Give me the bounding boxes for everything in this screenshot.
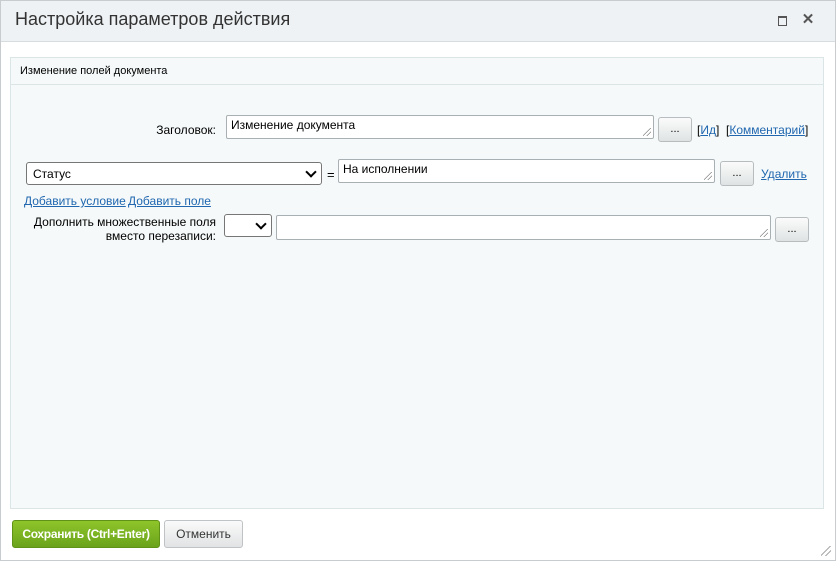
field-select-value: Статус bbox=[33, 167, 71, 181]
dialog-title: Настройка параметров действия bbox=[15, 9, 291, 29]
id-link[interactable]: Ид bbox=[700, 123, 716, 137]
add-field-link[interactable]: Добавить поле bbox=[128, 194, 211, 208]
resize-grip-icon[interactable] bbox=[643, 128, 651, 136]
dialog-titlebar[interactable]: Настройка параметров действия ✕ bbox=[1, 1, 835, 42]
field-value-input[interactable]: На исполнении bbox=[338, 159, 715, 183]
panel-header: Изменение полей документа bbox=[11, 58, 823, 85]
comment-link[interactable]: Комментарий bbox=[729, 123, 805, 137]
close-icon[interactable]: ✕ bbox=[799, 11, 817, 29]
id-link-wrap: [Ид] bbox=[697, 123, 720, 137]
field-value-text: На исполнении bbox=[343, 162, 428, 176]
equals-sign: = bbox=[327, 167, 335, 182]
title-input-value: Изменение документа bbox=[231, 118, 356, 132]
settings-dialog: Настройка параметров действия ✕ Изменени… bbox=[0, 0, 836, 561]
multi-value-picker-button[interactable]: ... bbox=[775, 217, 809, 242]
delete-field-link[interactable]: Удалить bbox=[761, 167, 807, 181]
multi-value-input[interactable] bbox=[276, 215, 771, 240]
save-button[interactable]: Сохранить (Ctrl+Enter) bbox=[12, 520, 160, 548]
maximize-icon[interactable] bbox=[773, 11, 791, 29]
field-select[interactable]: Статус bbox=[26, 162, 322, 185]
comment-link-wrap: [Комментарий] bbox=[726, 123, 809, 137]
multi-fields-label: Дополнить множественные поля вместо перез… bbox=[21, 215, 216, 243]
resize-grip-icon[interactable] bbox=[760, 229, 768, 237]
field-value-picker-button[interactable]: ... bbox=[720, 161, 754, 186]
title-input[interactable]: Изменение документа bbox=[226, 115, 654, 139]
multi-fields-label-line2: вместо перезаписи: bbox=[105, 229, 216, 243]
panel-title: Изменение полей документа bbox=[20, 65, 168, 77]
title-picker-button[interactable]: ... bbox=[658, 117, 692, 142]
add-condition-link[interactable]: Добавить условие bbox=[24, 194, 126, 208]
chevron-down-icon bbox=[255, 218, 267, 230]
dialog-resize-icon[interactable] bbox=[821, 546, 831, 556]
multi-fields-label-line1: Дополнить множественные поля bbox=[33, 215, 216, 229]
cancel-button[interactable]: Отменить bbox=[164, 520, 243, 548]
multi-mode-select[interactable] bbox=[224, 214, 272, 237]
chevron-down-icon bbox=[305, 166, 317, 178]
title-label: Заголовок: bbox=[156, 123, 216, 137]
resize-grip-icon[interactable] bbox=[704, 172, 712, 180]
